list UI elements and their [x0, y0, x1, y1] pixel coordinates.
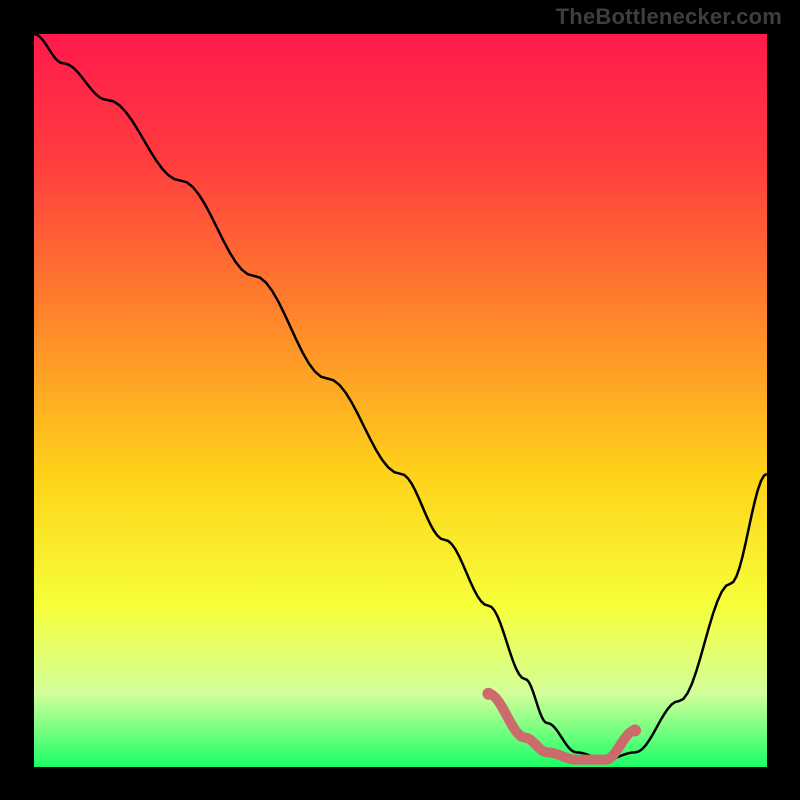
plot-background	[34, 34, 767, 767]
chart-frame: TheBottlenecker.com	[0, 0, 800, 800]
optimal-range-end-dot	[629, 724, 641, 736]
bottleneck-chart	[0, 0, 800, 800]
optimal-range-start-dot	[482, 688, 494, 700]
